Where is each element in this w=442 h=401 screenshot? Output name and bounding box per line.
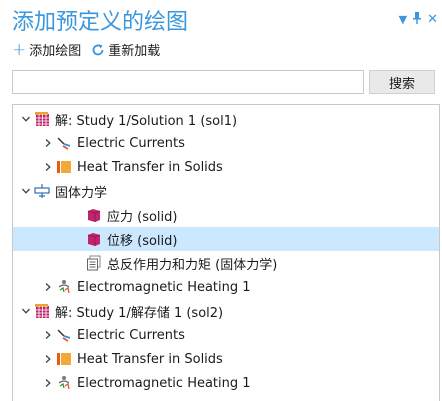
tree-item-stress[interactable]: 应力 (solid) (13, 203, 439, 227)
tree-item-label: Electromagnetic Heating 1 (77, 279, 251, 295)
tree-item-reaction-force[interactable]: 总反作用力和力矩 (固体力学) (13, 251, 439, 275)
chevron-right-icon[interactable] (41, 376, 55, 390)
tree-item-label: 解: Study 1/Solution 1 (sol1) (55, 113, 238, 129)
volume-plot-icon (85, 230, 103, 248)
evaluation-table-icon (85, 254, 103, 272)
chevron-right-icon[interactable] (41, 136, 55, 150)
toolbar: + 添加绘图 重新加载 (12, 40, 170, 59)
plot-tree: 解: Study 1/Solution 1 (sol1) Electric Cu… (12, 104, 440, 401)
tree-item-label: 总反作用力和力矩 (固体力学) (107, 257, 278, 273)
tree-item-solid-mechanics[interactable]: 固体力学 (13, 179, 439, 203)
pin-icon[interactable] (413, 12, 422, 27)
tree-item-label: 解: Study 1/解存储 1 (sol2) (55, 305, 224, 321)
tree-item-displacement[interactable]: 位移 (solid) (13, 227, 439, 251)
panel-title: 添加预定义的绘图 (12, 10, 189, 35)
tree-item-label: 固体力学 (55, 185, 108, 201)
chevron-down-icon[interactable] (19, 184, 33, 198)
chevron-right-icon[interactable] (41, 280, 55, 294)
tree-item-label: 应力 (solid) (107, 209, 178, 225)
heat-transfer-icon (55, 158, 73, 176)
window-controls: ▼ ✕ (399, 12, 438, 27)
chevron-down-icon[interactable] (19, 112, 33, 126)
refresh-icon (92, 43, 104, 55)
tree-item-heat-transfer[interactable]: Heat Transfer in Solids (13, 155, 439, 179)
add-plot-label: 添加绘图 (29, 44, 82, 59)
solution-grid-icon (33, 110, 51, 128)
chevron-right-icon[interactable] (41, 328, 55, 342)
search-button[interactable]: 搜索 (369, 70, 435, 94)
search-input[interactable] (12, 70, 364, 94)
tree-item-electromagnetic-heating-2[interactable]: Electromagnetic Heating 1 (13, 371, 439, 395)
electromagnetic-heating-icon (55, 374, 73, 392)
tree-item-electric-currents-2[interactable]: Electric Currents (13, 323, 439, 347)
tree-item-label: Electromagnetic Heating 1 (77, 375, 251, 391)
plus-icon: + (12, 39, 27, 60)
tree-item-solution-2[interactable]: 解: Study 1/解存储 1 (sol2) (13, 299, 439, 323)
tree-item-label: 位移 (solid) (107, 233, 178, 249)
solution-grid-icon (33, 302, 51, 320)
tree-item-label: Electric Currents (77, 327, 185, 343)
electromagnetic-heating-icon (55, 278, 73, 296)
tree-item-electric-currents[interactable]: Electric Currents (13, 131, 439, 155)
reload-button[interactable]: 重新加载 (91, 40, 160, 59)
tree-item-label: Electric Currents (77, 135, 185, 151)
volume-plot-icon (85, 206, 103, 224)
chevron-right-icon[interactable] (41, 352, 55, 366)
reload-label: 重新加载 (108, 44, 161, 59)
tree-item-heat-transfer-2[interactable]: Heat Transfer in Solids (13, 347, 439, 371)
chevron-down-icon[interactable] (19, 304, 33, 318)
electric-currents-icon (55, 134, 73, 152)
tree-item-solution-1[interactable]: 解: Study 1/Solution 1 (sol1) (13, 107, 439, 131)
tree-item-label: Heat Transfer in Solids (77, 159, 223, 175)
dropdown-arrow-icon[interactable]: ▼ (399, 13, 407, 26)
heat-transfer-icon (55, 350, 73, 368)
tree-item-label: Heat Transfer in Solids (77, 351, 223, 367)
tree-item-electromagnetic-heating[interactable]: Electromagnetic Heating 1 (13, 275, 439, 299)
chevron-right-icon[interactable] (41, 160, 55, 174)
add-plot-button[interactable]: + 添加绘图 (12, 40, 81, 59)
close-icon[interactable]: ✕ (427, 13, 438, 26)
electric-currents-icon (55, 326, 73, 344)
solid-mechanics-icon (33, 182, 51, 200)
search-row: 搜索 (12, 70, 442, 94)
